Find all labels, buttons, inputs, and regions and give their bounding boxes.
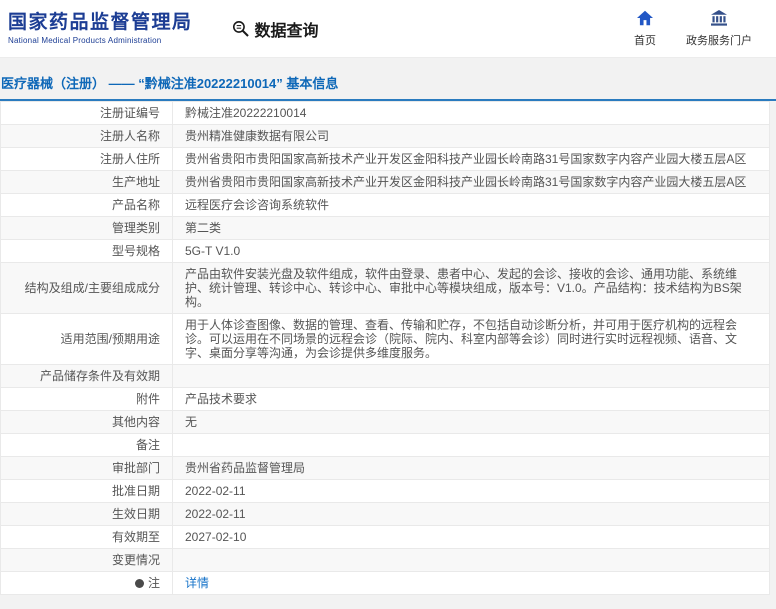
row-value: 贵州精准健康数据有限公司: [172, 124, 770, 148]
row-value: [172, 548, 770, 572]
table-row: 有效期至 2027-02-10: [0, 525, 770, 549]
row-label: 注册人住所: [0, 147, 173, 171]
row-label: 变更情况: [0, 548, 173, 572]
table-row: 其他内容无: [0, 410, 770, 434]
row-value: [172, 364, 770, 388]
row-value: 2022-02-11: [172, 502, 770, 526]
row-value: 用于人体诊查图像、数据的管理、查看、传输和贮存，不包括自动诊断分析，并可用于医疗…: [172, 313, 770, 365]
search-icon: [231, 19, 250, 38]
row-label: 注册证编号: [0, 101, 173, 125]
row-label: 产品名称: [0, 193, 173, 217]
row-value: 2022-02-11: [172, 479, 770, 503]
row-label: 型号规格: [0, 239, 173, 263]
row-value: 第二类: [172, 216, 770, 240]
table-row: 型号规格 5G-T V1.0: [0, 239, 770, 263]
page-title: 医疗器械（注册） —— “黔械注准20222210014” 基本信息: [1, 76, 339, 91]
page-title-bar: 医疗器械（注册） —— “黔械注准20222210014” 基本信息: [0, 58, 776, 101]
table-row: 注详情: [0, 571, 770, 595]
row-value: 详情: [172, 571, 770, 595]
header-nav: 首页 政务服务门户: [634, 9, 752, 48]
row-value: 产品由软件安装光盘及软件组成，软件由登录、患者中心、发起的会诊、接收的会诊、通用…: [172, 262, 770, 314]
row-value: 贵州省贵阳市贵阳国家高新技术产业开发区金阳科技产业园长岭南路31号国家数字内容产…: [172, 170, 770, 194]
row-label: 结构及组成/主要组成成分: [0, 262, 173, 314]
table-row: 备注: [0, 433, 770, 457]
row-label: 审批部门: [0, 456, 173, 480]
nav-home[interactable]: 首页: [634, 10, 656, 48]
detail-link[interactable]: 详情: [185, 576, 209, 590]
row-value: 无: [172, 410, 770, 434]
table-row: 注册证编号 黔械注准20222210014: [0, 101, 770, 125]
row-value: 黔械注准20222210014: [172, 101, 770, 125]
row-value: 远程医疗会诊咨询系统软件: [172, 193, 770, 217]
row-value: 5G-T V1.0: [172, 239, 770, 263]
table-row: 产品名称 远程医疗会诊咨询系统软件: [0, 193, 770, 217]
data-query-title: 数据查询: [231, 17, 319, 41]
table-row: 变更情况: [0, 548, 770, 572]
row-label: 备注: [0, 433, 173, 457]
org-name-en: National Medical Products Administration: [8, 36, 162, 45]
row-label: 附件: [0, 387, 173, 411]
table-row: 结构及组成/主要组成成分 产品由软件安装光盘及软件组成，软件由登录、患者中心、发起…: [0, 262, 770, 314]
row-label: 产品储存条件及有效期: [0, 364, 173, 388]
info-table-body: 注册证编号 黔械注准20222210014 注册人名称 贵州精准健康数据有限公司 注册人…: [0, 101, 770, 595]
row-label: 批准日期: [0, 479, 173, 503]
table-row: 注册人名称 贵州精准健康数据有限公司: [0, 124, 770, 148]
table-row: 适用范围/预期用途 用于人体诊查图像、数据的管理、查看、传输和贮存，不包括自动诊断…: [0, 313, 770, 365]
table-row: 注册人住所 贵州省贵阳市贵阳国家高新技术产业开发区金阳科技产业园长岭南路31号国家…: [0, 147, 770, 171]
content-area: 注册证编号 黔械注准20222210014 注册人名称 贵州精准健康数据有限公司 注册人…: [0, 101, 770, 595]
row-label: 有效期至: [0, 525, 173, 549]
nav-home-label: 首页: [634, 34, 656, 47]
portal-icon: [710, 9, 728, 29]
site-header: 国家药品监督管理局 National Medical Products Admi…: [0, 0, 776, 58]
nav-portal[interactable]: 政务服务门户: [686, 9, 752, 48]
table-row: 批准日期 2022-02-11: [0, 479, 770, 503]
row-value: 贵州省药品监督管理局: [172, 456, 770, 480]
table-row: 生产地址 贵州省贵阳市贵阳国家高新技术产业开发区金阳科技产业园长岭南路31号国家数…: [0, 170, 770, 194]
info-table: 注册证编号 黔械注准20222210014 注册人名称 贵州精准健康数据有限公司 注册人…: [0, 101, 770, 595]
nav-portal-label: 政务服务门户: [686, 34, 752, 47]
note-icon: [134, 579, 144, 588]
org-name-cn: 国家药品监督管理局: [8, 12, 193, 33]
row-label: 注册人名称: [0, 124, 173, 148]
table-row: 管理类别 第二类: [0, 216, 770, 240]
data-query-label: 数据查询: [254, 22, 319, 40]
row-value: 产品技术要求: [172, 387, 770, 411]
table-row: 产品储存条件及有效期: [0, 364, 770, 388]
table-row: 审批部门 贵州省药品监督管理局: [0, 456, 770, 480]
row-label: 生产地址: [0, 170, 173, 194]
row-label: 管理类别: [0, 216, 173, 240]
row-label: 生效日期: [0, 502, 173, 526]
table-row: 附件 产品技术要求: [0, 387, 770, 411]
row-label: 注: [0, 571, 173, 595]
row-value: [172, 433, 770, 457]
row-label: 适用范围/预期用途: [0, 313, 173, 365]
row-label: 其他内容: [0, 410, 173, 434]
row-value: 贵州省贵阳市贵阳国家高新技术产业开发区金阳科技产业园长岭南路31号国家数字内容产…: [172, 147, 770, 171]
row-value: 2027-02-10: [172, 525, 770, 549]
nmpa-logo: 国家药品监督管理局 National Medical Products Admi…: [8, 12, 193, 45]
table-row: 生效日期 2022-02-11: [0, 502, 770, 526]
home-icon: [636, 10, 654, 29]
